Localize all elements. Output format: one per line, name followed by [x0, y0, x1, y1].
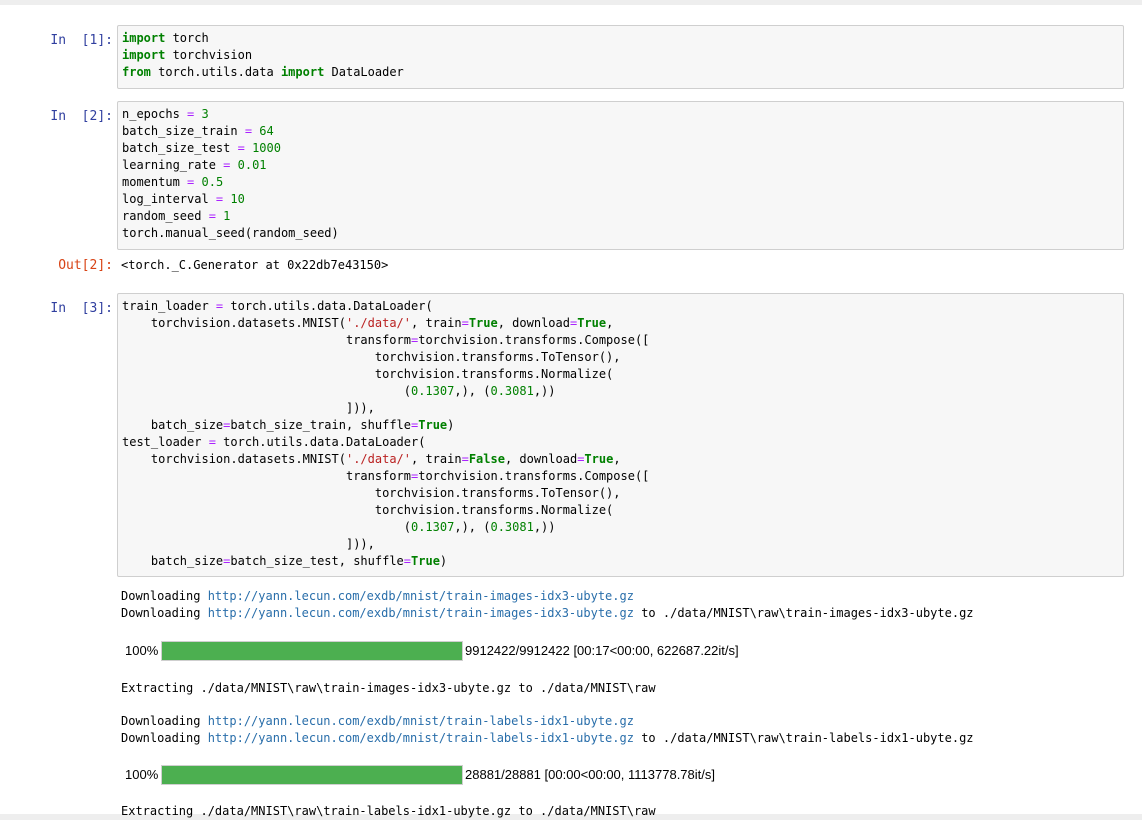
code-line: learning_rate = 0.01 [122, 158, 267, 172]
code-lines: train_loader = torch.utils.data.DataLoad… [122, 298, 1123, 570]
code-line: (0.1307,), (0.3081,)) [122, 384, 556, 398]
code-line: torchvision.transforms.ToTensor(), [122, 350, 621, 364]
code-line: log_interval = 10 [122, 192, 245, 206]
code-line: transform=torchvision.transforms.Compose… [122, 469, 650, 483]
output-line-download: Downloading http://yann.lecun.com/exdb/m… [121, 588, 634, 605]
output-text: Downloading [121, 606, 208, 620]
code-lines: n_epochs = 3 batch_size_train = 64 batch_s… [122, 106, 1123, 242]
code-line: import torch [122, 31, 209, 45]
progress-bar [161, 641, 463, 661]
output-text: Downloading [121, 714, 208, 728]
code-line: batch_size_train = 64 [122, 124, 274, 138]
input-prompt: In [3]: [50, 301, 113, 316]
output-text: to ./data/MNIST\raw\train-images-idx3-ub… [633, 606, 974, 620]
code-editor[interactable]: n_epochs = 3 batch_size_train = 64 batch_s… [117, 101, 1124, 250]
code-line: train_loader = torch.utils.data.DataLoad… [122, 299, 433, 313]
output-line-download: Downloading http://yann.lecun.com/exdb/m… [121, 713, 634, 730]
code-editor[interactable]: import torch import torchvision from torch… [117, 25, 1124, 89]
code-line: torchvision.transforms.ToTensor(), [122, 486, 621, 500]
download-link[interactable]: http://yann.lecun.com/exdb/mnist/train-l… [208, 731, 634, 745]
progress-info: 9912422/9912422 [00:17<00:00, 622687.22i… [465, 643, 739, 658]
output-line-extract: Extracting ./data/MNIST\raw\train-images… [121, 681, 656, 695]
code-line: torch.manual_seed(random_seed) [122, 226, 339, 240]
progress-bar [161, 765, 463, 785]
code-line: n_epochs = 3 [122, 107, 209, 121]
code-editor[interactable]: train_loader = torch.utils.data.DataLoad… [117, 293, 1124, 577]
output-text: Downloading [121, 589, 208, 603]
code-line: ])), [122, 537, 375, 551]
code-line: torchvision.datasets.MNIST('./data/', tr… [122, 452, 621, 466]
code-line: random_seed = 1 [122, 209, 231, 223]
output-text: Downloading [121, 731, 208, 745]
notebook-page: In [1]: import torch import torchvision fr… [0, 5, 1142, 818]
output-line-extract: Extracting ./data/MNIST\raw\train-labels… [121, 804, 656, 818]
output-line-download: Downloading http://yann.lecun.com/exdb/m… [121, 730, 974, 747]
code-line: batch_size_test = 1000 [122, 141, 281, 155]
output-line-download: Downloading http://yann.lecun.com/exdb/m… [121, 605, 974, 622]
code-line: batch_size=batch_size_test, shuffle=True… [122, 554, 448, 568]
code-line: import torchvision [122, 48, 253, 62]
code-line: from torch.utils.data import DataLoader [122, 65, 404, 79]
progress-bar-fill [162, 766, 462, 784]
progress-percent: 100% [125, 643, 159, 658]
code-line: momentum = 0.5 [122, 175, 224, 189]
code-line: transform=torchvision.transforms.Compose… [122, 333, 650, 347]
progress-info: 28881/28881 [00:00<00:00, 1113778.78it/s… [465, 767, 715, 782]
code-line: torchvision.transforms.Normalize( [122, 367, 614, 381]
code-line: test_loader = torch.utils.data.DataLoade… [122, 435, 426, 449]
code-lines: import torch import torchvision from torch… [122, 30, 1123, 81]
cell-output: <torch._C.Generator at 0x22db7e43150> [121, 258, 389, 272]
progress-percent: 100% [125, 767, 159, 782]
code-line: (0.1307,), (0.3081,)) [122, 520, 556, 534]
progress-bar-fill [162, 642, 462, 660]
input-prompt: In [2]: [50, 109, 113, 124]
download-link[interactable]: http://yann.lecun.com/exdb/mnist/train-i… [208, 606, 634, 620]
code-line: torchvision.datasets.MNIST('./data/', tr… [122, 316, 614, 330]
code-line: ])), [122, 401, 375, 415]
output-text: to ./data/MNIST\raw\train-labels-idx1-ub… [633, 731, 974, 745]
code-line: torchvision.transforms.Normalize( [122, 503, 614, 517]
input-prompt: In [1]: [50, 33, 113, 48]
download-link[interactable]: http://yann.lecun.com/exdb/mnist/train-i… [208, 589, 634, 603]
code-line: batch_size=batch_size_train, shuffle=Tru… [122, 418, 455, 432]
output-prompt: Out[2]: [58, 258, 113, 273]
download-link[interactable]: http://yann.lecun.com/exdb/mnist/train-l… [208, 714, 634, 728]
